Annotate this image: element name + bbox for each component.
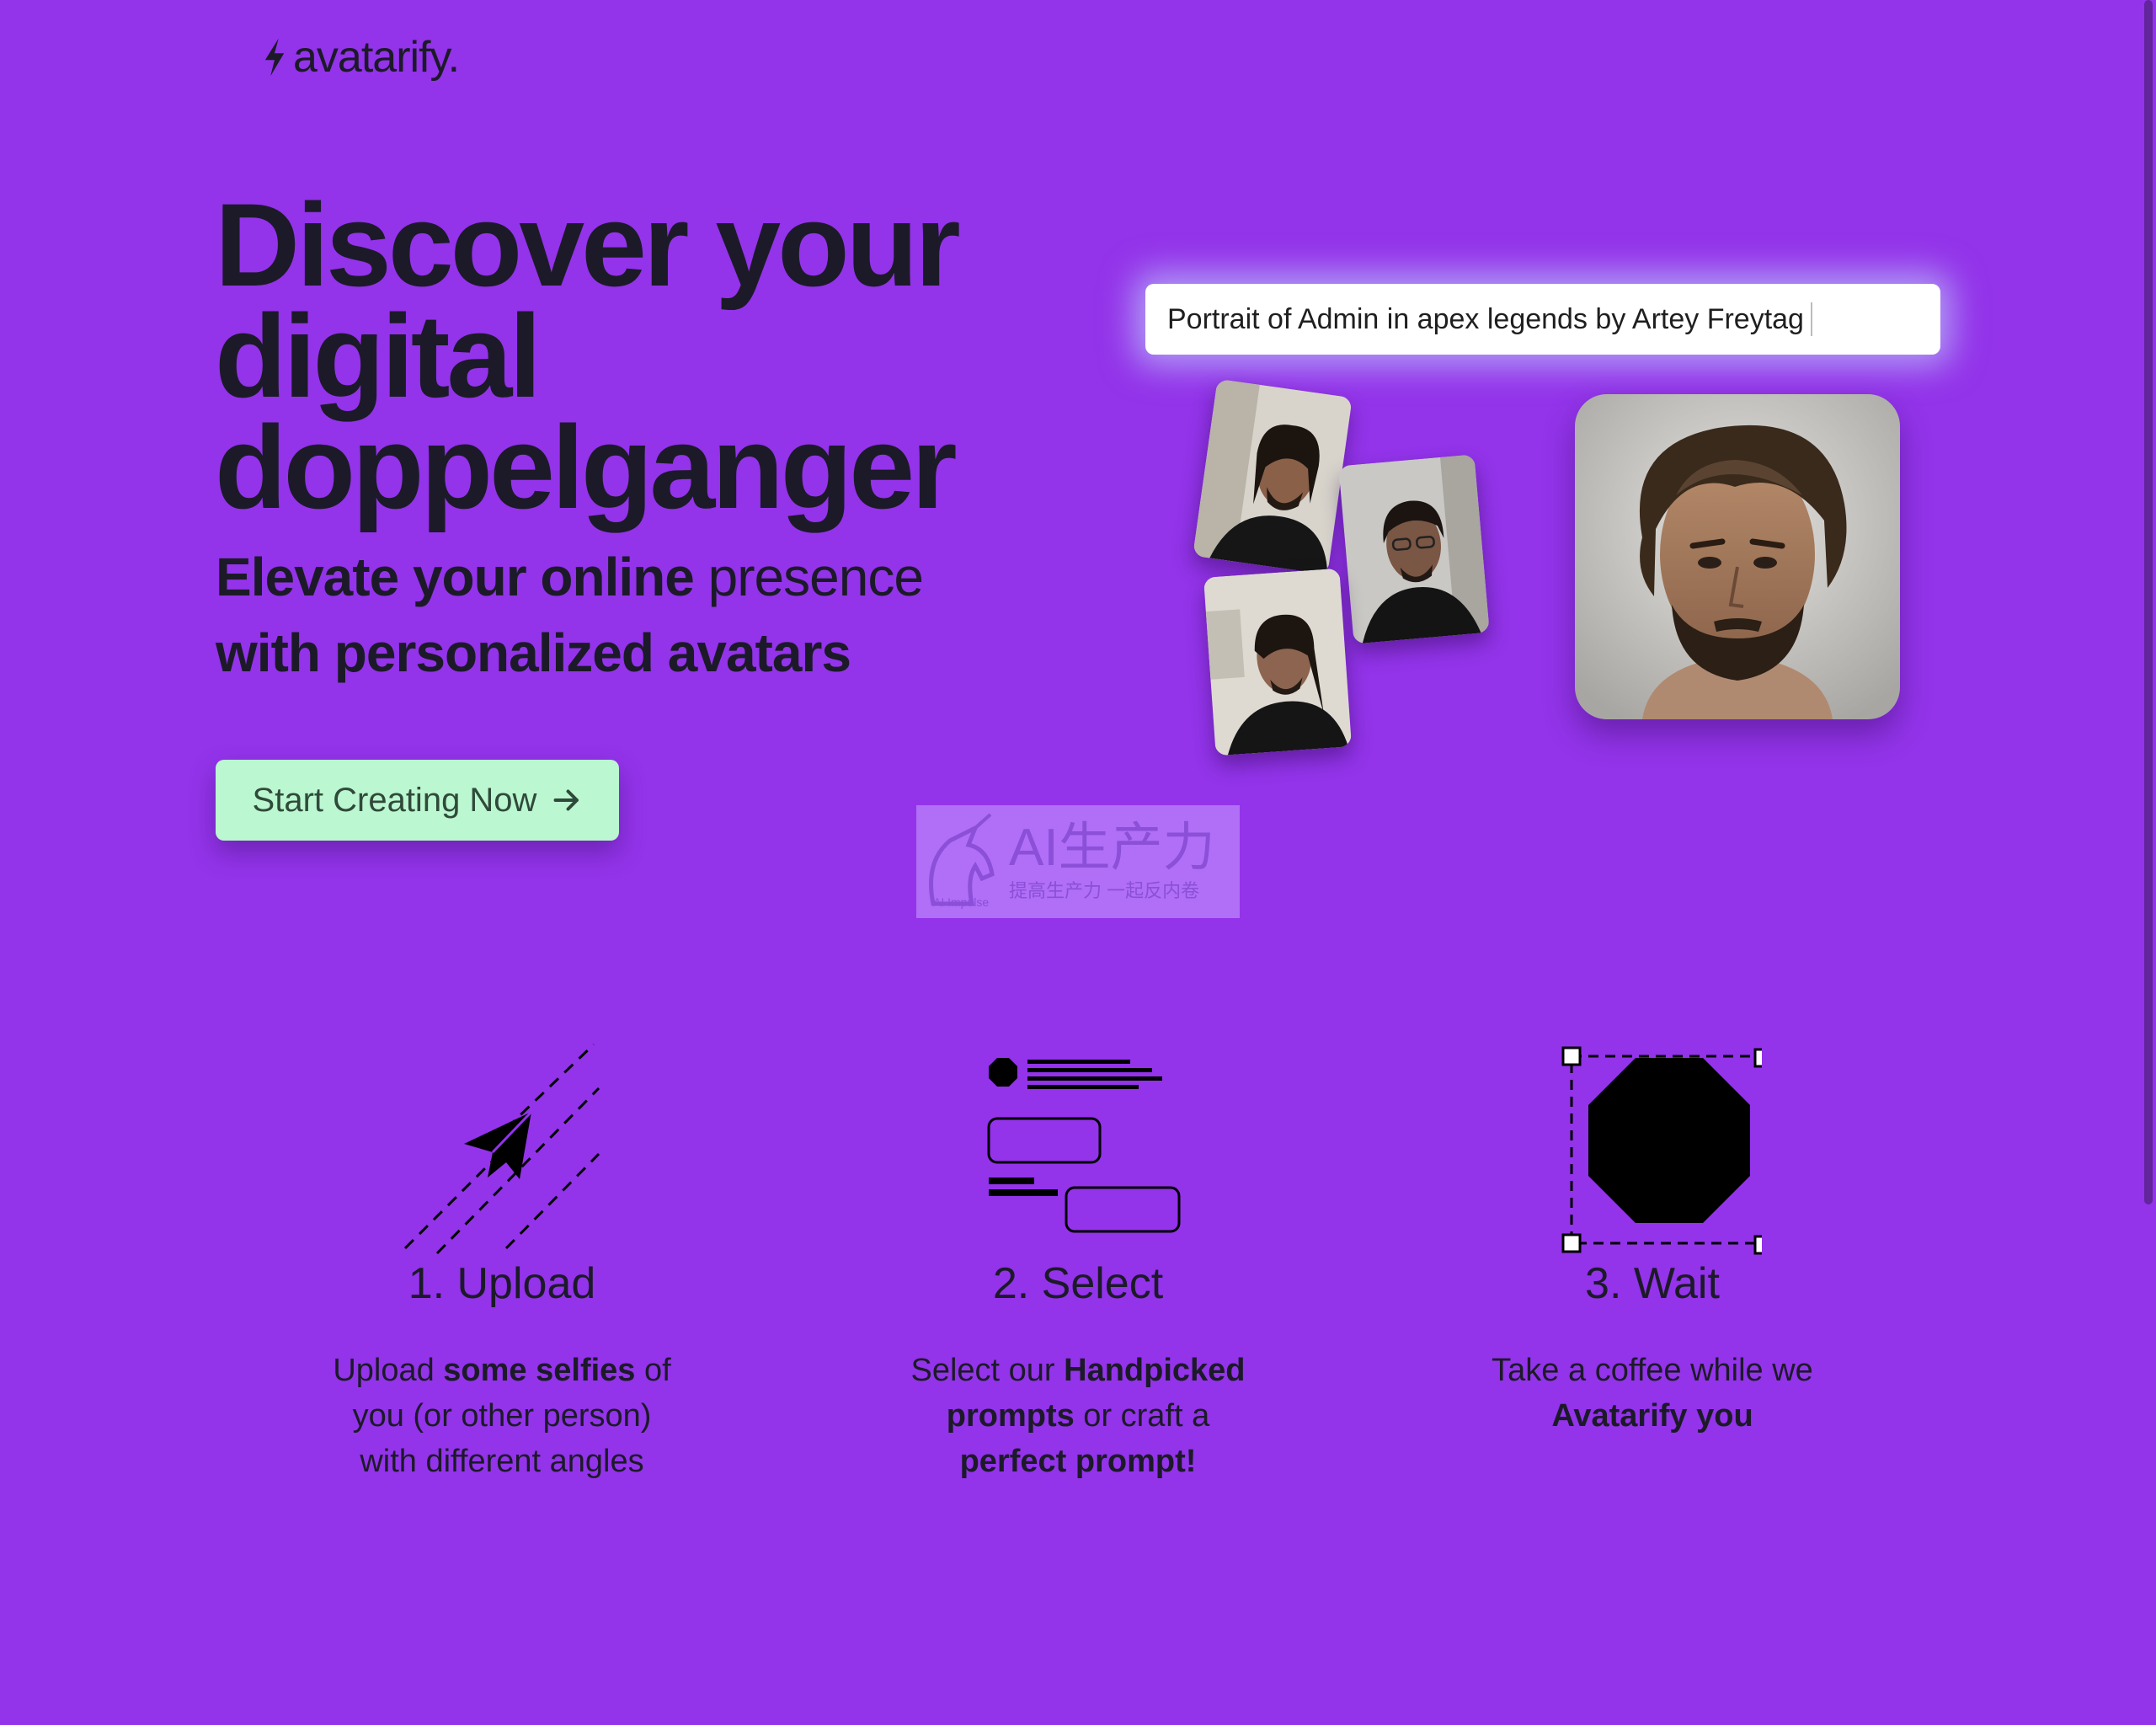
octagon-selection-icon <box>1561 1046 1762 1255</box>
step-text: with different angles <box>360 1444 644 1479</box>
step-select: 2. Select Select our Handpicked prompts … <box>893 1036 1263 1479</box>
step-title: 2. Select <box>992 1259 1164 1308</box>
selfie-photo <box>1193 378 1353 575</box>
page-scrollbar[interactable] <box>2137 0 2156 1725</box>
layout-select-icon <box>987 1058 1181 1233</box>
step-text-bold: some selfies <box>443 1353 636 1388</box>
scrollbar-thumb[interactable] <box>2144 0 2153 1204</box>
step-description: Select our Handpicked prompts or craft a… <box>893 1348 1263 1484</box>
step-text-bold: Handpicked <box>1064 1353 1246 1388</box>
step-text: Upload <box>333 1353 444 1388</box>
step-text: or craft a <box>1074 1398 1210 1434</box>
hero-subtitle: Elevate your online presence with person… <box>216 539 974 691</box>
step-text-bold: prompts <box>946 1398 1075 1434</box>
step-text-bold: Avatarify you <box>1551 1398 1753 1434</box>
generated-avatar-image <box>1575 394 1900 719</box>
subtitle-bold: Elevate your online <box>216 547 695 607</box>
hero-title: Discover your digital doppelganger <box>215 186 1057 526</box>
watermark-sub-text: 提高生产力 一起反内卷 <box>1009 880 1200 901</box>
bolt-icon <box>264 38 285 77</box>
prompt-display: Portrait of Admin in apex legends by Art… <box>1145 284 1940 355</box>
step-wait: 3. Wait Take a coffee while we Avatarify… <box>1467 1036 1838 1434</box>
brand-logo[interactable]: avatarify. <box>261 32 460 83</box>
step-title: 3. Wait <box>1585 1259 1720 1308</box>
prompt-text: Portrait of Admin in apex legends by Art… <box>1167 302 1804 335</box>
subtitle-bold: with personalized avatars <box>216 622 851 683</box>
text-caret <box>1810 302 1812 336</box>
step-description: Take a coffee while we Avatarify you <box>1467 1348 1838 1439</box>
step-text-bold: perfect prompt! <box>959 1444 1197 1479</box>
subtitle-light: presence <box>707 547 924 607</box>
selfie-photo <box>1203 568 1352 756</box>
arrow-right-icon <box>554 789 579 811</box>
step-text: Take a coffee while we <box>1492 1353 1813 1388</box>
step-text: Select our <box>910 1353 1065 1388</box>
step-description: Upload some selfies of you (or other per… <box>317 1348 687 1484</box>
step-text: you (or other person) <box>352 1398 652 1434</box>
cta-label: Start Creating Now <box>252 781 537 819</box>
watermark-tiny-text: AI Impulse <box>933 895 990 909</box>
watermark-main-text: AI生产力 <box>1009 819 1215 877</box>
watermark: AI Impulse AI生产力 提高生产力 一起反内卷 <box>916 805 1240 918</box>
hero-title-line: doppelganger <box>215 401 958 533</box>
step-upload: 1. Upload Upload some selfies of you (or… <box>317 1036 687 1479</box>
step-title: 1. Upload <box>408 1259 596 1308</box>
selfie-photo <box>1338 454 1490 644</box>
paper-plane-icon <box>403 1043 600 1255</box>
step-text: of <box>635 1353 671 1388</box>
brand-name: avatarify. <box>293 33 460 82</box>
start-creating-button[interactable]: Start Creating Now <box>216 760 619 841</box>
unicorn-logo-icon: AI Impulse <box>916 811 1009 912</box>
